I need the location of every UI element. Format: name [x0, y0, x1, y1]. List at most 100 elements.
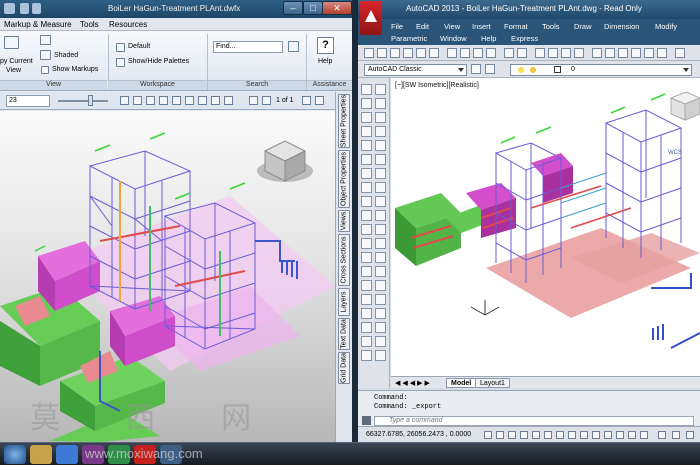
design-center-icon[interactable]: [605, 48, 615, 58]
help-label[interactable]: Help: [318, 58, 332, 65]
tab-layers[interactable]: Layers: [338, 288, 350, 316]
copy-object-icon[interactable]: [375, 98, 386, 109]
publish-icon[interactable]: [429, 48, 439, 58]
home-icon[interactable]: [224, 96, 233, 105]
match-properties-icon[interactable]: [486, 48, 496, 58]
rotate-icon[interactable]: [375, 168, 386, 179]
zoom-combo[interactable]: 23: [6, 95, 50, 107]
dynamic-input-icon[interactable]: [592, 431, 600, 439]
layer-on-icon[interactable]: [518, 67, 524, 73]
menu-resources[interactable]: Resources: [109, 20, 147, 29]
tab-navigation-arrows[interactable]: ◀◀◀▶▶: [395, 379, 432, 387]
pan-realtime-icon[interactable]: [535, 48, 545, 58]
tab-sheet-properties[interactable]: Sheet Properties: [338, 94, 350, 148]
properties-icon[interactable]: [592, 48, 602, 58]
tab-grid-data[interactable]: Grid Data: [338, 352, 350, 384]
cube-icon[interactable]: [40, 35, 51, 45]
trim-icon[interactable]: [375, 210, 386, 221]
mtext-icon[interactable]: [361, 336, 372, 347]
zoom-window-icon[interactable]: [561, 48, 571, 58]
region-icon[interactable]: [361, 308, 372, 319]
preview-icon[interactable]: [416, 48, 426, 58]
start-button-icon[interactable]: [4, 445, 26, 464]
dwf-model-canvas[interactable]: [0, 111, 335, 442]
binoculars-icon[interactable]: [288, 41, 299, 52]
walk-icon[interactable]: [211, 96, 220, 105]
ellipse-icon[interactable]: [361, 210, 372, 221]
menu-tools[interactable]: Tools: [80, 20, 99, 29]
quick-properties-icon[interactable]: [628, 431, 636, 439]
plot-icon[interactable]: [403, 48, 413, 58]
next-page-icon[interactable]: [302, 96, 311, 105]
help-icon[interactable]: [675, 48, 685, 58]
show-markups-checkbox[interactable]: [41, 66, 49, 74]
default-icon[interactable]: [116, 43, 125, 52]
shaded-label[interactable]: Shaded: [54, 52, 78, 59]
palettes-icon[interactable]: [116, 58, 125, 67]
maximize-button[interactable]: □: [303, 1, 323, 15]
menu-edit[interactable]: Edit: [416, 22, 429, 31]
command-input[interactable]: Type a command: [374, 416, 694, 426]
ellipse-arc-icon[interactable]: [361, 224, 372, 235]
show-hide-palettes-label[interactable]: Show/Hide Palettes: [128, 58, 189, 65]
shaded-icon[interactable]: [40, 50, 51, 60]
erase-icon[interactable]: [375, 84, 386, 95]
make-block-icon[interactable]: [361, 252, 372, 263]
copy-icon[interactable]: [460, 48, 470, 58]
clean-screen-icon[interactable]: [686, 431, 694, 439]
line-icon[interactable]: [361, 84, 372, 95]
cut-icon[interactable]: [447, 48, 457, 58]
transparency-icon[interactable]: [616, 431, 624, 439]
chamfer-icon[interactable]: [375, 266, 386, 277]
select-icon[interactable]: [120, 96, 129, 105]
redo-icon[interactable]: [32, 3, 41, 14]
move-icon[interactable]: [375, 154, 386, 165]
dimension-icon[interactable]: [375, 308, 386, 319]
view-cube[interactable]: [669, 91, 700, 121]
menu-insert[interactable]: Insert: [472, 22, 491, 31]
explode-icon[interactable]: [375, 294, 386, 305]
menu-parametric[interactable]: Parametric: [391, 34, 427, 43]
new-icon[interactable]: [364, 48, 374, 58]
properties-small-icon[interactable]: [375, 350, 386, 361]
turntable-icon[interactable]: [198, 96, 207, 105]
last-page-icon[interactable]: [315, 96, 324, 105]
tool-palettes-icon[interactable]: [618, 48, 628, 58]
tab-model[interactable]: Model: [446, 378, 477, 388]
explorer-icon[interactable]: [30, 445, 52, 464]
polygon-icon[interactable]: [361, 126, 372, 137]
view-cube[interactable]: [257, 140, 313, 182]
pan-icon[interactable]: [133, 96, 142, 105]
zoom-slider[interactable]: [58, 100, 108, 102]
zoom-previous-icon[interactable]: [574, 48, 584, 58]
construction-line-icon[interactable]: [361, 98, 372, 109]
orbit-icon[interactable]: [185, 96, 194, 105]
show-markups-label[interactable]: Show Markups: [52, 66, 98, 73]
workspace-switching-icon[interactable]: [658, 431, 666, 439]
autocad-drawing-area[interactable]: [−][SW Isometric][Realistic] WCS: [391, 78, 700, 376]
close-button[interactable]: ✕: [322, 1, 352, 15]
selection-cycling-icon[interactable]: [640, 431, 648, 439]
revision-cloud-icon[interactable]: [361, 182, 372, 193]
circle-icon[interactable]: [361, 168, 372, 179]
layer-select[interactable]: 0: [510, 64, 692, 76]
polar-tracking-icon[interactable]: [532, 431, 540, 439]
wcs-label[interactable]: WCS: [668, 150, 682, 156]
polyline-icon[interactable]: [361, 112, 372, 123]
zoom-icon[interactable]: [146, 96, 155, 105]
workspace-select[interactable]: AutoCAD Classic: [364, 64, 467, 76]
add-selected-icon[interactable]: [361, 350, 372, 361]
default-label[interactable]: Default: [128, 43, 150, 50]
autocad-logo-icon[interactable]: [360, 1, 382, 35]
rectangle-icon[interactable]: [361, 140, 372, 151]
array-icon[interactable]: [375, 140, 386, 151]
infer-constraints-icon[interactable]: [484, 431, 492, 439]
copy-view-icon[interactable]: [4, 36, 19, 49]
break-icon[interactable]: [375, 238, 386, 249]
menu-draw[interactable]: Draw: [574, 22, 592, 31]
markup-icon[interactable]: [644, 48, 654, 58]
undo-icon[interactable]: [20, 3, 29, 14]
previous-page-icon[interactable]: [262, 96, 271, 105]
grid-display-icon[interactable]: [508, 431, 516, 439]
spline-icon[interactable]: [361, 196, 372, 207]
